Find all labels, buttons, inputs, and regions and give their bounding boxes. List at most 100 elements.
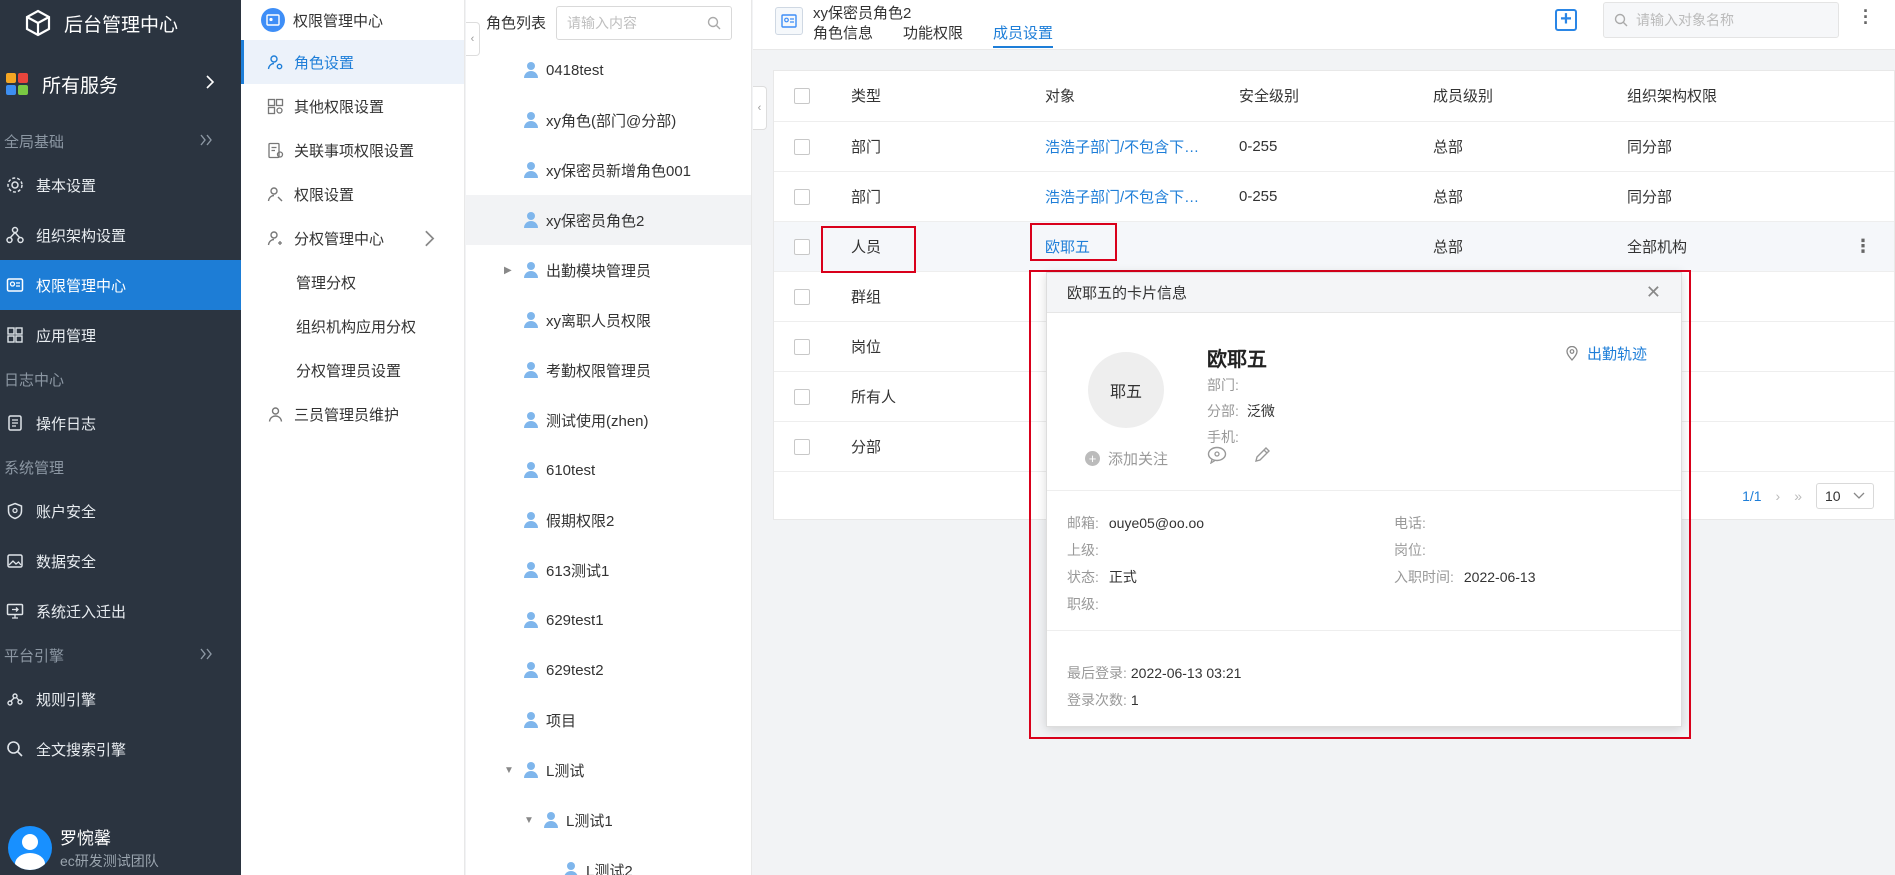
group-system[interactable]: 系统管理 [0,448,241,486]
search-icon[interactable] [707,16,721,30]
table-row[interactable]: 人员 欧耶五 总部 全部机构 ⋮ [774,221,1894,272]
role-list-item[interactable]: 项目 [466,695,751,745]
role-list-item[interactable]: L测试2 [466,845,751,875]
role-list-item[interactable]: 测试使用(zhen) [466,395,751,445]
sidebar-item-oplog[interactable]: 操作日志 [0,398,241,448]
column-header[interactable]: 类型 [851,71,1045,122]
role-list-item[interactable]: 假期权限2 [466,495,751,545]
role-list-item[interactable]: xy保密员新增角色001 [466,145,751,195]
nav2-item-perm[interactable]: 权限设置 [241,172,464,216]
branch-value: 泛微 [1246,403,1275,419]
nav2-sub-manage[interactable]: 管理分权 [241,260,464,304]
column-header[interactable]: 组织架构权限 [1627,71,1854,122]
role-list-item[interactable]: ▼ L测试 [466,745,751,795]
object-cell[interactable]: 浩浩子部门/不包含下… [1045,171,1239,222]
user-icon [268,406,283,422]
row-checkbox[interactable] [794,388,810,405]
close-icon[interactable]: ✕ [1646,282,1661,303]
page-size-select[interactable]: 10 [1816,483,1874,509]
pagination: 1/1 › » 10 [1742,483,1874,509]
message-icon[interactable] [1207,446,1227,464]
app-grid-icon [7,327,23,343]
row-checkbox[interactable] [794,288,810,305]
nav2-item-three-admin[interactable]: 三员管理员维护 [241,392,464,436]
post-field: 岗位: [1394,540,1426,560]
table-row[interactable]: 部门 浩浩子部门/不包含下… 0-255 总部 同分部 [774,171,1894,222]
group-platform[interactable]: 平台引擎 [0,636,241,674]
status-field: 状态: 正式 [1067,567,1137,587]
nav2-sub-admin[interactable]: 分权管理员设置 [241,348,464,392]
tab-member-settings[interactable]: 成员设置 [993,22,1054,48]
user-role-icon [524,462,538,478]
column-header[interactable]: 对象 [1045,71,1239,122]
last-page-icon[interactable]: » [1794,488,1802,504]
role-list-item[interactable]: ▶ 出勤模块管理员 [466,245,751,295]
object-search-input[interactable]: 请输入对象名称 [1603,2,1839,38]
role-list-item[interactable]: ▼ L测试1 [466,795,751,845]
sidebar-item-search[interactable]: 全文搜索引擎 [0,724,241,774]
nav2-sub-org-app[interactable]: 组织机构应用分权 [241,304,464,348]
role-list-item[interactable]: 0418test [466,45,751,95]
chevron-down-icon [1853,492,1865,499]
role-list-item[interactable]: 629test2 [466,645,751,695]
group-log[interactable]: 日志中心 [0,360,241,398]
current-user[interactable]: 罗惋馨 ec研发测试团队 [8,824,159,871]
nav2-item-role[interactable]: 角色设置 [241,40,464,84]
role-list-item[interactable]: xy保密员角色2 [466,195,751,245]
last-login-label: 最后登录: [1067,665,1127,681]
sidebar-item-org[interactable]: 组织架构设置 [0,210,241,260]
role-list-item[interactable]: 629test1 [466,595,751,645]
role-name: 项目 [546,712,577,730]
object-cell[interactable]: 浩浩子部门/不包含下… [1045,121,1239,172]
more-menu-icon[interactable]: · · · [1863,2,1869,32]
branch-label: 分部: [1207,403,1239,419]
column-header[interactable]: 安全级别 [1239,71,1433,122]
row-checkbox[interactable] [794,338,810,355]
nav2-item-other[interactable]: 其他权限设置 [241,84,464,128]
sidebar-item-account[interactable]: 账户安全 [0,486,241,536]
row-checkbox[interactable] [794,438,810,455]
nav2-item-delegate[interactable]: 分权管理中心 [241,216,464,260]
collapse-caret-icon[interactable]: ▼ [524,815,534,826]
add-follow-button[interactable]: + 添加关注 [1085,448,1168,469]
row-checkbox[interactable] [794,238,810,255]
sidebar-item-migrate[interactable]: 系统迁入迁出 [0,586,241,636]
column-header[interactable]: 成员级别 [1433,71,1627,122]
role-name: L测试2 [586,862,633,875]
expand-caret-icon[interactable]: ▶ [504,265,512,276]
table-row[interactable]: 部门 浩浩子部门/不包含下… 0-255 总部 同分部 [774,121,1894,172]
main-collapse-button[interactable]: ‹ [753,86,767,130]
next-page-icon[interactable]: › [1776,488,1781,504]
collapse-caret-icon[interactable]: ▼ [504,765,514,776]
role-list-item[interactable]: xy离职人员权限 [466,295,751,345]
add-member-button[interactable]: + [1555,9,1577,31]
group-system-label: 系统管理 [4,459,65,477]
group-base[interactable]: 全局基础 [0,122,241,160]
role-list-item[interactable]: 610test [466,445,751,495]
sidebar-item-basic[interactable]: 基本设置 [0,160,241,210]
brand[interactable]: 后台管理中心 [0,0,241,46]
card-login-info: 最后登录: 2022-06-13 03:21 登录次数: 1 [1047,631,1681,726]
role-search-input[interactable]: 请输入内容 [556,5,733,40]
sidebar-item-app[interactable]: 应用管理 [0,310,241,360]
tab-function-perm[interactable]: 功能权限 [903,22,963,48]
sidebar-item-perm[interactable]: 权限管理中心 [0,260,241,310]
role-list-item[interactable]: 考勤权限管理员 [466,345,751,395]
nav2-item-related[interactable]: 关联事项权限设置 [241,128,464,172]
tab-role-info[interactable]: 角色信息 [813,22,873,48]
search-icon [1614,13,1628,27]
row-checkbox[interactable] [794,188,810,205]
attendance-track-link[interactable]: 出勤轨迹 [1566,343,1647,364]
all-services-button[interactable]: 所有服务 [0,46,241,122]
role-list-item[interactable]: xy角色(部门@分部) [466,95,751,145]
plus-circle-icon: + [1085,451,1100,466]
role-list-item[interactable]: 613测试1 [466,545,751,595]
sidebar-item-data[interactable]: 数据安全 [0,536,241,586]
type-cell: 部门 [851,121,1045,172]
member-level-cell: 总部 [1433,171,1627,222]
row-checkbox[interactable] [794,138,810,155]
select-all-checkbox[interactable] [794,88,810,105]
row-more-icon[interactable]: ⋮ [1854,236,1872,256]
edit-pencil-icon[interactable] [1253,446,1271,464]
sidebar-item-rule[interactable]: 规则引擎 [0,674,241,724]
